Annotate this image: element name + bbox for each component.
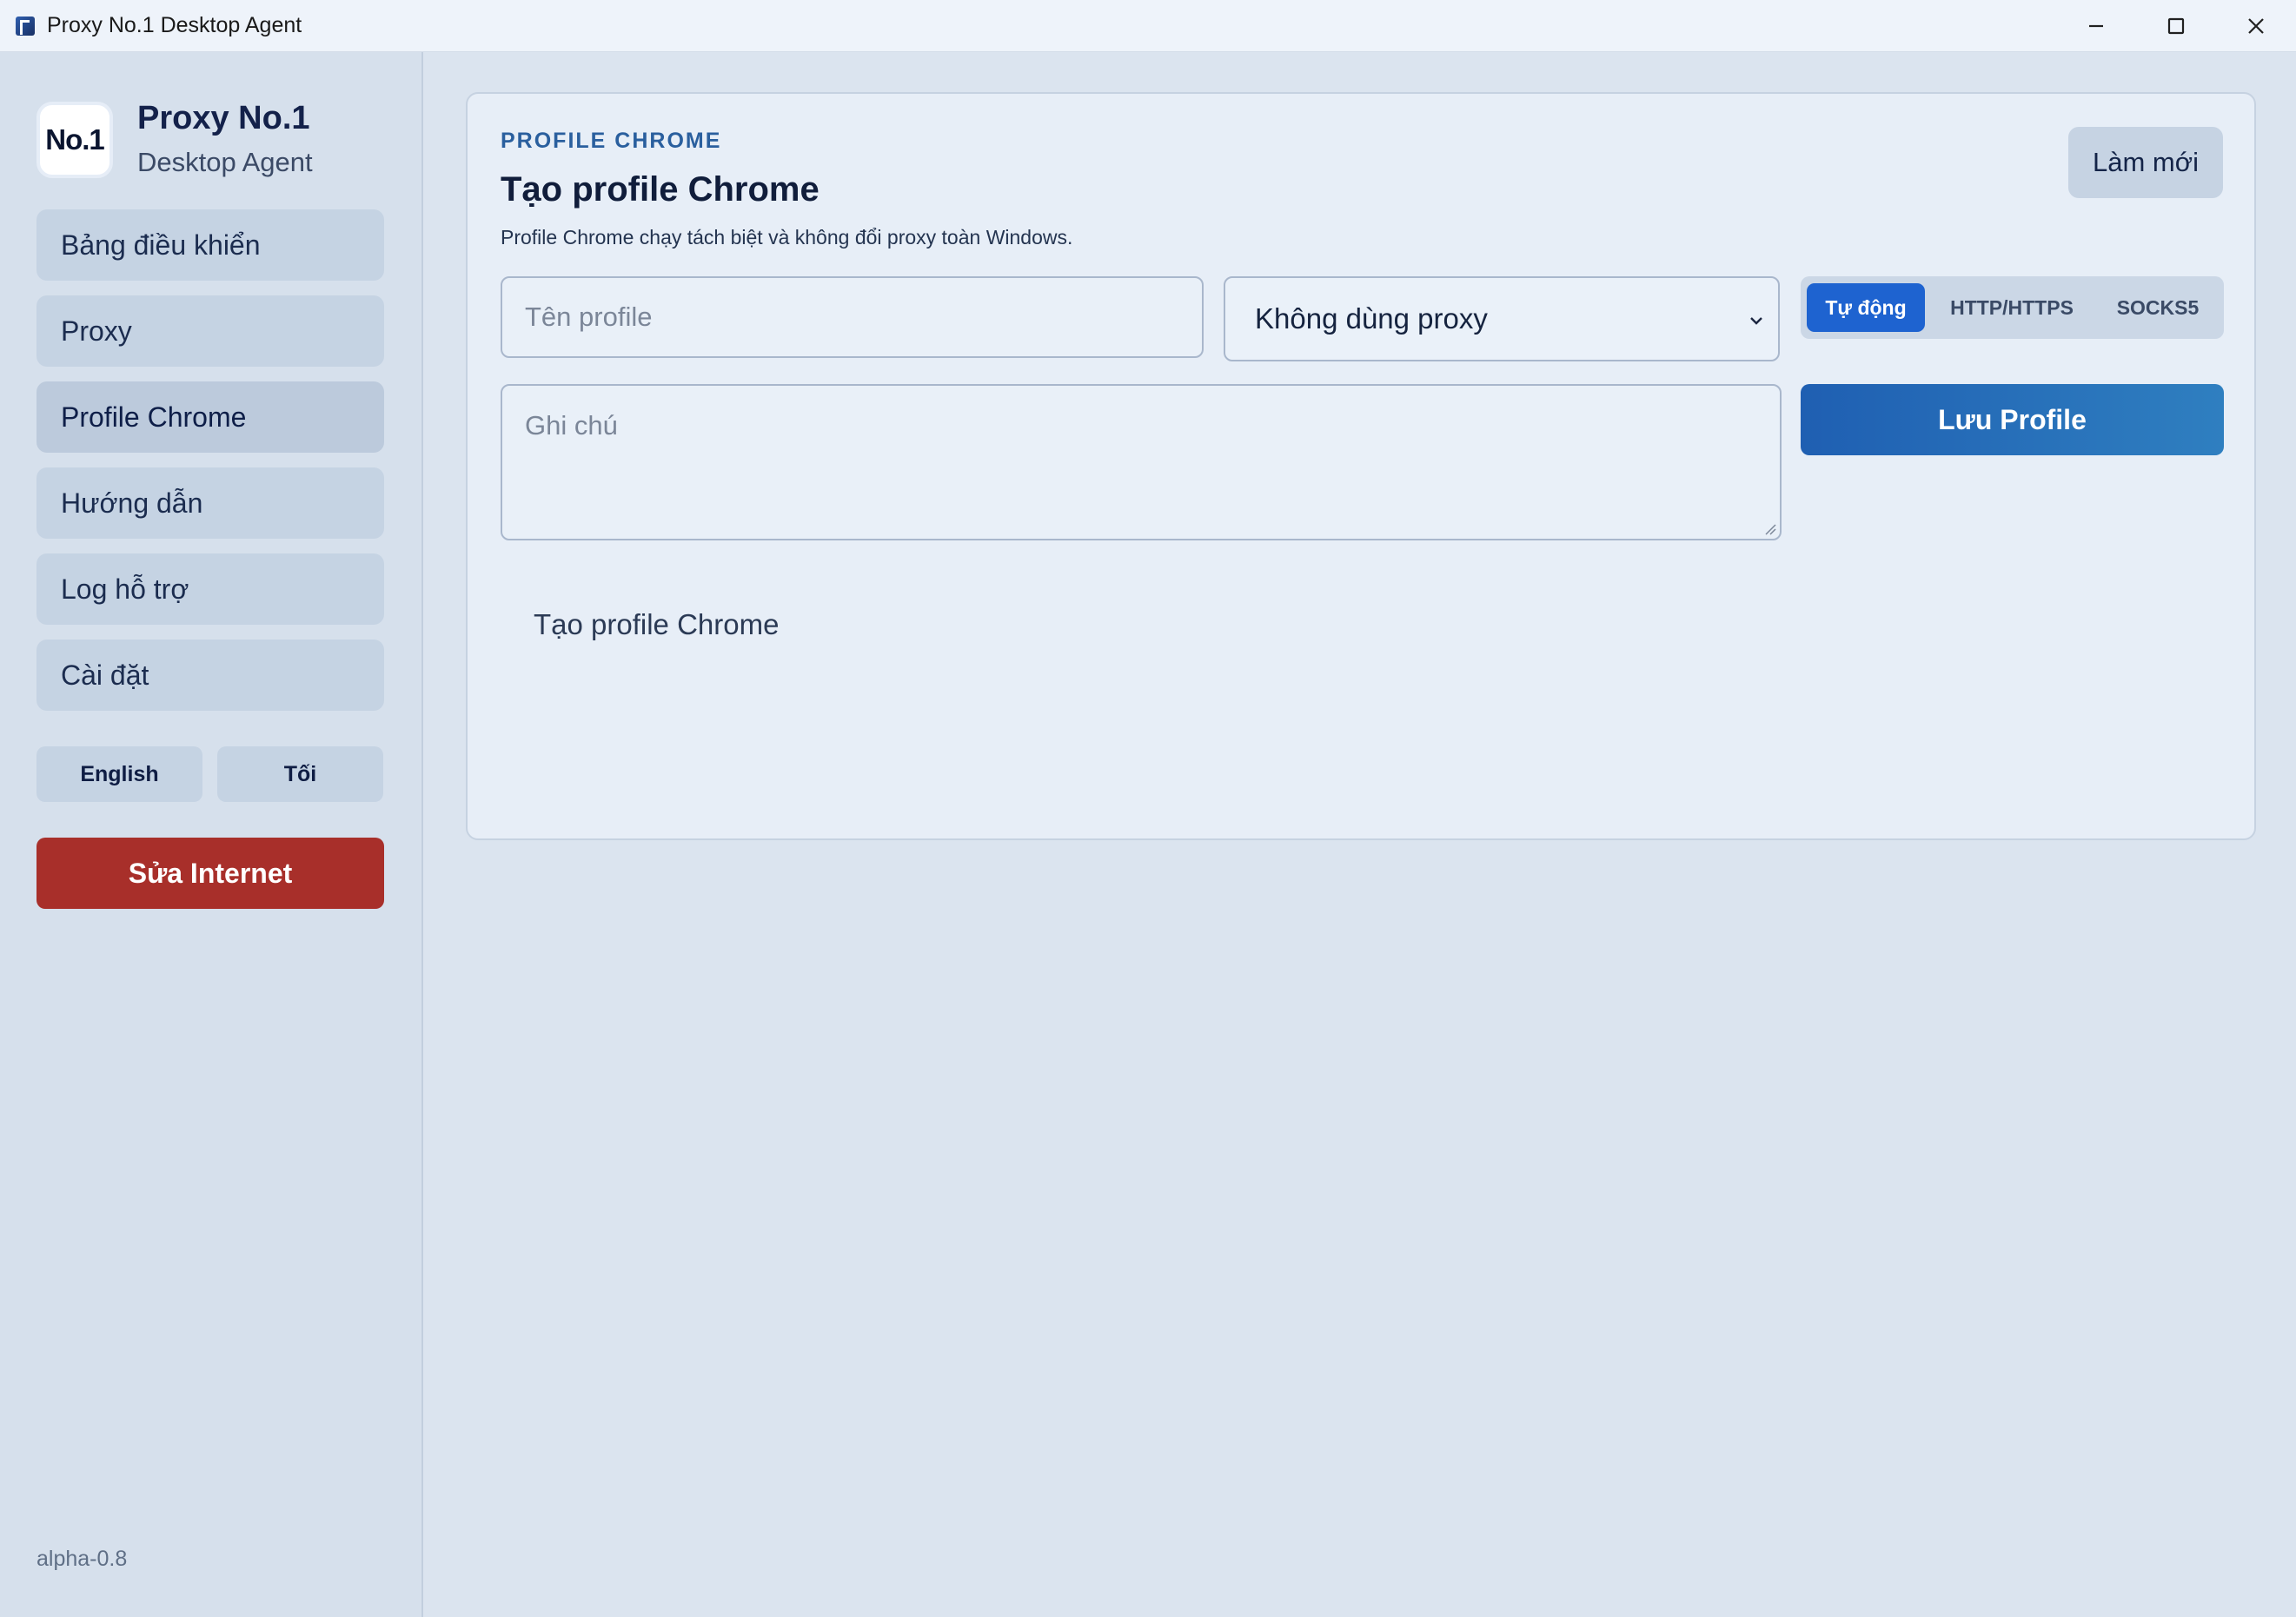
sidebar-item-profile-chrome[interactable]: Profile Chrome — [36, 381, 384, 453]
brand-subtitle: Desktop Agent — [137, 147, 313, 177]
version-label: alpha-0.8 — [36, 1547, 128, 1571]
proxy-type-tabs: Tự động HTTP/HTTPS SOCKS5 — [1801, 276, 2224, 339]
save-profile-button[interactable]: Lưu Profile — [1801, 384, 2224, 455]
close-button[interactable] — [2216, 0, 2296, 52]
maximize-button[interactable] — [2136, 0, 2216, 52]
minimize-icon — [2089, 24, 2103, 28]
sidebar-item-guide[interactable]: Hướng dẫn — [36, 467, 384, 539]
brand: No.1 Proxy No.1 Desktop Agent — [36, 96, 313, 184]
sidebar-nav: Bảng điều khiển Proxy Profile Chrome Hướ… — [36, 209, 384, 726]
brand-logo: No.1 — [36, 102, 113, 178]
chevron-down-icon — [1750, 317, 1762, 325]
tab-auto[interactable]: Tự động — [1807, 283, 1925, 332]
notes-textarea[interactable]: Ghi chú — [501, 384, 1782, 540]
section-eyebrow: PROFILE CHROME — [501, 129, 722, 153]
refresh-button[interactable]: Làm mới — [2068, 127, 2223, 198]
brand-title: Proxy No.1 — [137, 100, 310, 136]
sidebar-toggles: English Tối — [36, 746, 383, 802]
app-icon — [16, 16, 35, 36]
sidebar-item-settings[interactable]: Cài đặt — [36, 640, 384, 711]
page-description: Profile Chrome chạy tách biệt và không đ… — [501, 226, 1073, 249]
tab-http-https[interactable]: HTTP/HTTPS — [1925, 283, 2099, 332]
sidebar-item-dashboard[interactable]: Bảng điều khiển — [36, 209, 384, 281]
profile-name-input[interactable]: Tên profile — [501, 276, 1204, 358]
window-controls — [2056, 0, 2296, 52]
sidebar: No.1 Proxy No.1 Desktop Agent Bảng điều … — [0, 52, 423, 1617]
maximize-icon — [2167, 17, 2185, 35]
notes-placeholder: Ghi chú — [525, 410, 618, 441]
theme-toggle-button[interactable]: Tối — [217, 746, 383, 802]
profile-chrome-card: PROFILE CHROME Tạo profile Chrome Profil… — [466, 92, 2256, 840]
window-title: Proxy No.1 Desktop Agent — [47, 13, 302, 37]
sidebar-item-support-log[interactable]: Log hỗ trợ — [36, 553, 384, 625]
tab-socks5[interactable]: SOCKS5 — [2099, 283, 2217, 332]
minimize-button[interactable] — [2056, 0, 2136, 52]
fix-internet-button[interactable]: Sửa Internet — [36, 838, 384, 909]
profile-list-empty: Tạo profile Chrome — [534, 608, 780, 640]
proxy-select-value: Không dùng proxy — [1255, 302, 1488, 335]
language-toggle-button[interactable]: English — [36, 746, 202, 802]
sidebar-item-proxy[interactable]: Proxy — [36, 295, 384, 367]
title-bar: Proxy No.1 Desktop Agent — [0, 0, 2296, 52]
resize-grip-icon[interactable] — [1762, 521, 1776, 535]
page-title: Tạo profile Chrome — [501, 170, 820, 209]
proxy-select[interactable]: Không dùng proxy — [1224, 276, 1780, 361]
close-icon — [2248, 18, 2264, 34]
